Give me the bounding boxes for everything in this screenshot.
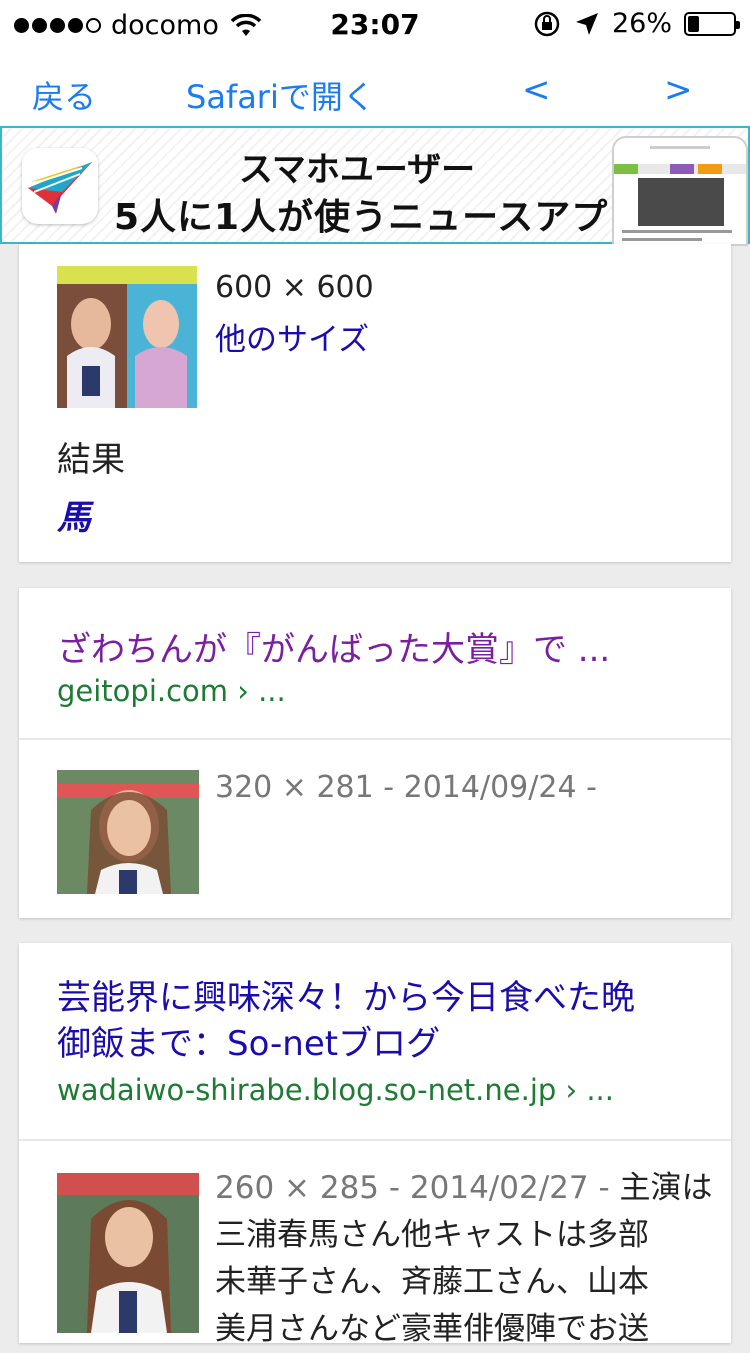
phone-article-image (638, 178, 724, 226)
image-meta: 260 × 285 - 2014/02/27 - (215, 1170, 610, 1206)
snippet-line: 三浦春馬さん他キャストは多部 (215, 1217, 649, 1253)
battery-percentage: 26% (611, 8, 672, 39)
card-divider (19, 1139, 731, 1141)
open-in-safari-button[interactable]: Safariで開く (186, 72, 375, 118)
search-result-card: 芸能界に興味深々！から今日食べた晩 御飯まで：So-netブログ wadaiwo… (19, 943, 731, 1347)
ad-banner[interactable]: スマホユーザー 5人に1人が使うニュースアプリ (0, 126, 750, 246)
browser-nav-bar: 戻る Safariで開く < > (0, 52, 750, 126)
phone-tab (698, 164, 722, 174)
ad-subheadline: 5人に1人が使うニュースアプリ (114, 197, 646, 238)
thumbnail-image (57, 1173, 199, 1333)
result-thumbnail[interactable] (57, 266, 197, 408)
result-url[interactable]: geitopi.com › ... (57, 674, 286, 708)
phone-tab (614, 164, 638, 174)
phone-text-line (622, 238, 702, 241)
result-snippet: 260 × 285 - 2014/02/27 - 主演は 三浦春馬さん他キャスト… (215, 1165, 715, 1353)
result-thumbnail[interactable] (57, 1173, 199, 1333)
image-result-card: 600 × 600 他のサイズ 結果 馬 (19, 244, 731, 562)
location-arrow-icon (575, 12, 598, 35)
result-url[interactable]: wadaiwo-shirabe.blog.so-net.ne.jp › ... (57, 1073, 614, 1107)
thumbnail-image (57, 266, 197, 408)
snippet-line: 美月さんなど豪華俳優陣でお送 (215, 1311, 649, 1347)
ad-phone-screenshot (612, 136, 748, 246)
back-button[interactable]: 戻る (32, 72, 96, 118)
rotation-lock-icon (534, 11, 560, 36)
image-meta: 320 × 281 - 2014/09/24 - (215, 770, 597, 805)
snippet-text: 主演は (609, 1170, 713, 1206)
battery-icon (684, 11, 740, 36)
previous-page-button[interactable]: < (522, 70, 551, 110)
snippet-line: 260 × 285 - 2014/02/27 - 主演は (215, 1165, 715, 1212)
result-title-line: 御飯まで：So-netブログ (57, 1024, 441, 1064)
result-title-line: 芸能界に興味深々！から今日食べた晩 (57, 978, 635, 1018)
image-dimensions: 600 × 600 (215, 270, 374, 305)
results-label: 結果 (57, 440, 125, 480)
phone-text-line (622, 230, 732, 233)
phone-tab (642, 164, 666, 174)
status-bar: docomo 23:07 26% (0, 0, 750, 52)
related-search-link[interactable]: 馬 (57, 490, 91, 539)
ad-headline: スマホユーザー (238, 150, 476, 190)
phone-speaker (650, 146, 710, 149)
phone-tab (670, 164, 694, 174)
status-right: 26% (532, 8, 740, 39)
thumbnail-image (57, 770, 199, 894)
result-title-link[interactable]: ざわちんが『がんばった大賞』で ... (57, 622, 610, 671)
result-thumbnail[interactable] (57, 770, 199, 894)
snippet-line: 未華子さん、斉藤工さん、山本 (215, 1264, 649, 1300)
battery-fill (688, 15, 700, 32)
result-title-link[interactable]: 芸能界に興味深々！から今日食べた晩 御飯まで：So-netブログ (57, 975, 635, 1067)
card-divider (19, 738, 731, 740)
next-page-button[interactable]: > (664, 70, 693, 110)
other-sizes-link[interactable]: 他のサイズ (215, 314, 369, 359)
search-result-card: ざわちんが『がんばった大賞』で ... geitopi.com › ... 32… (19, 588, 731, 918)
